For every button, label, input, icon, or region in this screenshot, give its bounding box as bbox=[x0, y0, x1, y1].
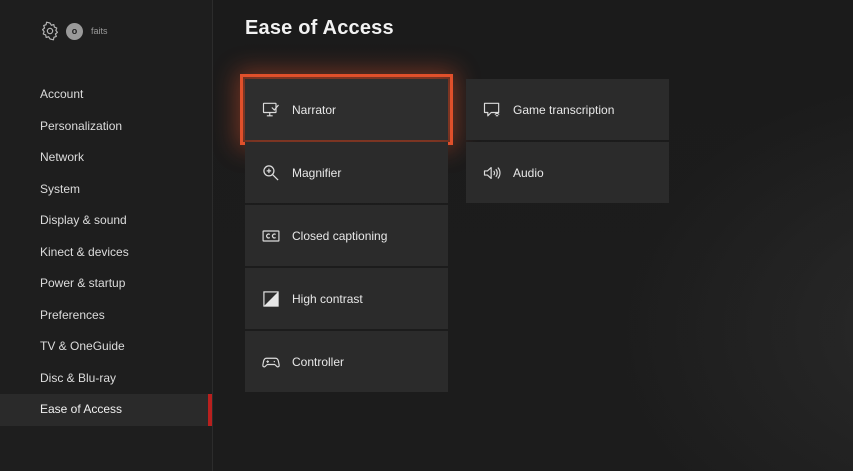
speaker-icon bbox=[482, 163, 502, 183]
gamertag: faits bbox=[91, 26, 108, 36]
profile-header: o faits bbox=[40, 20, 108, 42]
game-transcription-icon bbox=[482, 100, 502, 120]
controller-tile[interactable]: Controller bbox=[245, 331, 448, 392]
sidebar-item-display-sound[interactable]: Display & sound bbox=[0, 205, 212, 237]
high-contrast-tile[interactable]: High contrast bbox=[245, 268, 448, 329]
closed-captioning-tile[interactable]: Closed captioning bbox=[245, 205, 448, 266]
magnifier-label: Magnifier bbox=[292, 165, 342, 180]
narrator-tile[interactable]: Narrator bbox=[240, 74, 453, 145]
closed-captioning-icon bbox=[261, 226, 281, 246]
sidebar-item-disc-bluray[interactable]: Disc & Blu-ray bbox=[0, 363, 212, 395]
high-contrast-icon bbox=[261, 289, 281, 309]
sidebar-item-account[interactable]: Account bbox=[0, 79, 212, 111]
high-contrast-label: High contrast bbox=[292, 291, 363, 306]
sidebar: o faits Account Personalization Network … bbox=[0, 0, 213, 471]
game-transcription-label: Game transcription bbox=[513, 102, 615, 117]
gear-icon[interactable] bbox=[40, 21, 60, 41]
sidebar-item-network[interactable]: Network bbox=[0, 142, 212, 174]
narrator-icon bbox=[261, 100, 281, 120]
magnifier-icon bbox=[261, 163, 281, 183]
settings-nav: Account Personalization Network System D… bbox=[0, 79, 212, 426]
audio-label: Audio bbox=[513, 165, 544, 180]
controller-icon bbox=[261, 352, 281, 372]
game-transcription-tile[interactable]: Game transcription bbox=[466, 79, 669, 140]
narrator-label: Narrator bbox=[292, 102, 337, 117]
sidebar-item-tv-oneguide[interactable]: TV & OneGuide bbox=[0, 331, 212, 363]
sidebar-item-system[interactable]: System bbox=[0, 174, 212, 206]
controller-label: Controller bbox=[292, 354, 345, 369]
sidebar-item-power-startup[interactable]: Power & startup bbox=[0, 268, 212, 300]
closed-captioning-label: Closed captioning bbox=[292, 228, 388, 243]
sidebar-item-personalization[interactable]: Personalization bbox=[0, 111, 212, 143]
sidebar-item-ease-of-access[interactable]: Ease of Access bbox=[0, 394, 212, 426]
page-title: Ease of Access bbox=[245, 17, 394, 39]
magnifier-tile[interactable]: Magnifier bbox=[245, 142, 448, 203]
audio-tile[interactable]: Audio bbox=[466, 142, 669, 203]
sidebar-item-preferences[interactable]: Preferences bbox=[0, 300, 212, 332]
avatar[interactable]: o bbox=[66, 22, 83, 40]
sidebar-item-kinect-devices[interactable]: Kinect & devices bbox=[0, 237, 212, 269]
